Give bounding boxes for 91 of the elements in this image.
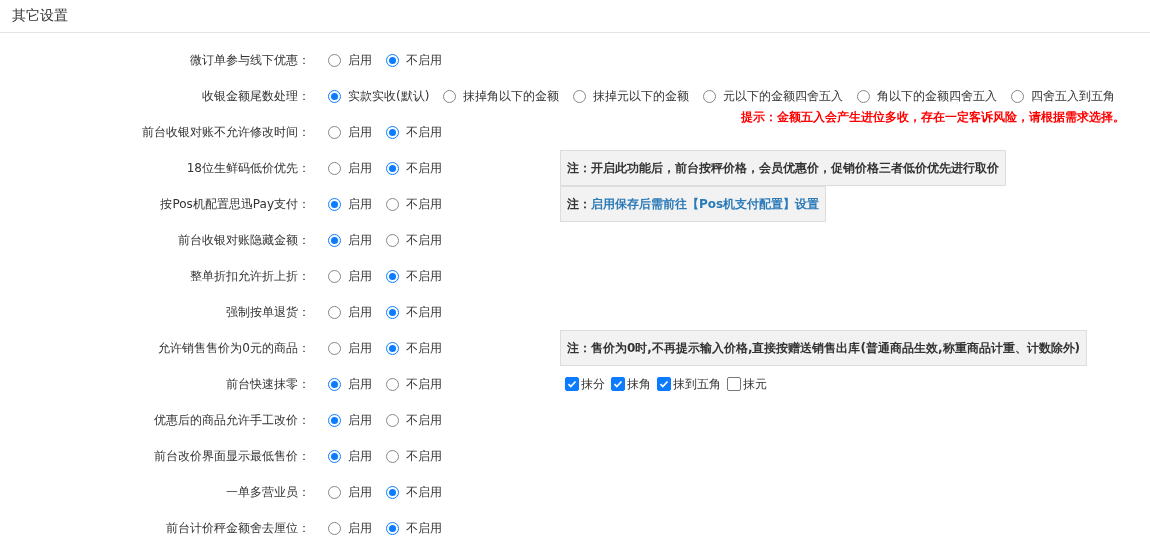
radio-icon[interactable] (573, 89, 587, 103)
note-box: 注：售价为0时,不再提示输入价格,直接按赠送销售出库(普通商品生效,称重商品计重、计数除外) (560, 330, 1087, 366)
radio-option[interactable]: 不启用 (386, 51, 442, 69)
radio-option[interactable]: 不启用 (386, 375, 442, 393)
radio-icon[interactable] (703, 89, 717, 103)
radio-icon[interactable] (386, 521, 399, 535)
setting-label: 前台收银对账不允许修改时间： (142, 123, 310, 141)
radio-option[interactable]: 启用 (328, 159, 372, 177)
radio-option[interactable]: 启用 (328, 483, 372, 501)
radio-icon[interactable] (328, 341, 341, 355)
radio-option[interactable]: 不启用 (386, 267, 442, 285)
radio-option[interactable]: 不启用 (386, 519, 442, 537)
radio-option[interactable]: 角以下的金额四舍五入 (857, 87, 998, 105)
radio-icon[interactable] (386, 269, 399, 283)
setting-label: 优惠后的商品允许手工改价： (154, 411, 310, 429)
radio-icon[interactable] (386, 485, 399, 499)
radio-icon[interactable] (328, 161, 341, 175)
checkbox-icon[interactable] (565, 377, 579, 391)
radio-icon[interactable] (443, 89, 457, 103)
radio-option[interactable]: 启用 (328, 339, 372, 357)
radio-icon[interactable] (386, 233, 399, 247)
radio-option[interactable]: 不启用 (386, 411, 442, 429)
radio-icon[interactable] (386, 125, 399, 139)
setting-label: 强制按单退货： (226, 303, 310, 321)
radio-option[interactable]: 不启用 (386, 303, 442, 321)
checkbox-option[interactable]: 抹角 (611, 375, 651, 393)
setting-label: 前台改价界面显示最低售价： (154, 447, 310, 465)
setting-label: 整单折扣允许折上折： (190, 267, 310, 285)
radio-icon[interactable] (328, 305, 341, 319)
note-box: 注：启用保存后需前往【Pos机支付配置】设置 (560, 186, 827, 222)
radio-option[interactable]: 启用 (328, 519, 372, 537)
setting-label: 前台收银对账隐藏金额： (178, 231, 310, 249)
radio-option[interactable]: 实款实收(默认) (328, 87, 430, 105)
section-title: 其它设置 (12, 7, 68, 25)
radio-option[interactable]: 抹掉角以下的金额 (443, 87, 560, 105)
setting-label: 一单多营业员： (226, 483, 310, 501)
radio-option[interactable]: 启用 (328, 447, 372, 465)
radio-icon[interactable] (386, 377, 399, 391)
radio-option[interactable]: 不启用 (386, 123, 442, 141)
radio-option[interactable]: 不启用 (386, 447, 442, 465)
checkbox-option[interactable]: 抹元 (727, 375, 767, 393)
radio-icon[interactable] (328, 197, 341, 211)
radio-option[interactable]: 不启用 (386, 339, 442, 357)
checkbox-icon[interactable] (611, 377, 625, 391)
radio-option[interactable]: 启用 (328, 123, 372, 141)
radio-icon[interactable] (1011, 89, 1025, 103)
radio-option[interactable]: 启用 (328, 267, 372, 285)
radio-icon[interactable] (386, 197, 399, 211)
radio-option[interactable]: 元以下的金额四舍五入 (703, 87, 844, 105)
setting-label: 前台快速抹零： (226, 375, 310, 393)
radio-icon[interactable] (328, 413, 341, 427)
radio-icon[interactable] (328, 269, 341, 283)
radio-icon[interactable] (386, 449, 399, 463)
radio-option[interactable]: 抹掉元以下的金额 (573, 87, 690, 105)
setting-label: 收银金额尾数处理： (202, 87, 310, 105)
checkbox-icon[interactable] (727, 377, 741, 391)
checkbox-option[interactable]: 抹到五角 (657, 375, 721, 393)
radio-icon[interactable] (328, 89, 341, 103)
setting-label: 18位生鲜码低价优先： (186, 159, 310, 177)
radio-icon[interactable] (386, 53, 399, 67)
setting-label: 按Pos机配置思迅Pay支付： (160, 195, 310, 213)
radio-icon[interactable] (386, 305, 399, 319)
radio-option[interactable]: 启用 (328, 303, 372, 321)
radio-option[interactable]: 启用 (328, 51, 372, 69)
radio-option[interactable]: 启用 (328, 195, 372, 213)
radio-option[interactable]: 启用 (328, 375, 372, 393)
setting-label: 前台计价秤金额舍去厘位： (166, 519, 310, 537)
radio-option[interactable]: 不启用 (386, 159, 442, 177)
radio-icon[interactable] (328, 377, 341, 391)
radio-icon[interactable] (386, 341, 399, 355)
radio-icon[interactable] (328, 485, 341, 499)
radio-icon[interactable] (386, 161, 399, 175)
radio-option[interactable]: 不启用 (386, 231, 442, 249)
radio-icon[interactable] (328, 233, 341, 247)
radio-icon[interactable] (328, 53, 341, 67)
setting-label: 允许销售售价为0元的商品： (158, 339, 310, 357)
radio-option[interactable]: 启用 (328, 411, 372, 429)
checkbox-option[interactable]: 抹分 (565, 375, 605, 393)
radio-icon[interactable] (328, 521, 341, 535)
radio-option[interactable]: 启用 (328, 231, 372, 249)
radio-icon[interactable] (857, 89, 871, 103)
radio-option[interactable]: 四舍五入到五角 (1011, 87, 1116, 105)
radio-icon[interactable] (328, 125, 341, 139)
warning-text: 提示：金额五入会产生进位多收，存在一定客诉风险，请根据需求选择。 (741, 109, 1125, 126)
radio-option[interactable]: 不启用 (386, 483, 442, 501)
setting-label: 微订单参与线下优惠： (190, 51, 310, 69)
checkbox-icon[interactable] (657, 377, 671, 391)
radio-option[interactable]: 不启用 (386, 195, 442, 213)
radio-icon[interactable] (328, 449, 341, 463)
radio-icon[interactable] (386, 413, 399, 427)
note-box: 注：开启此功能后，前台按秤价格，会员优惠价，促销价格三者低价优先进行取价 (560, 150, 1006, 186)
